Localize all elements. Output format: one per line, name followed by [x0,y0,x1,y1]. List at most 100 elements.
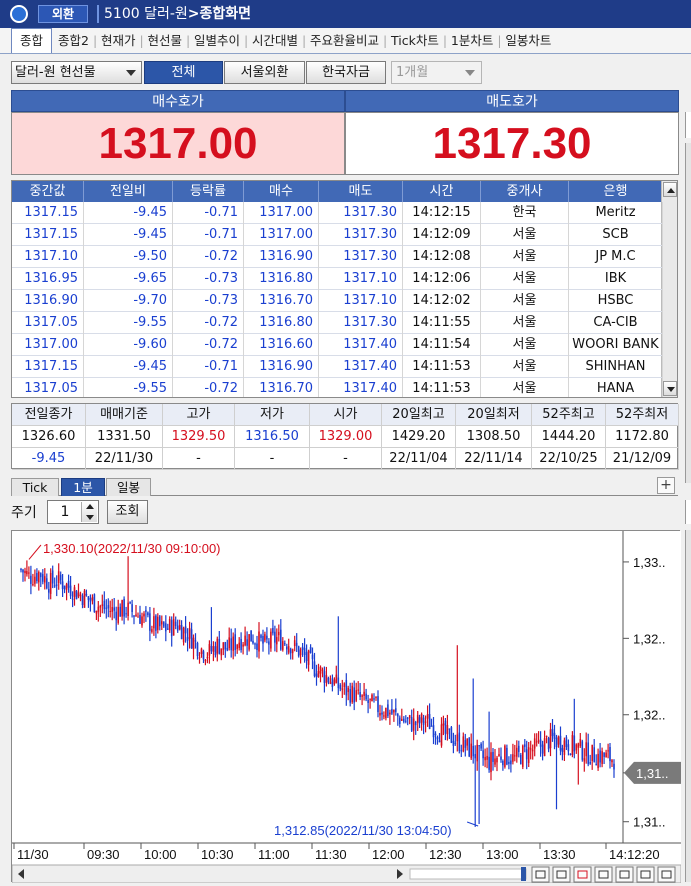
table-row[interactable]: 1317.15 -9.45 -0.71 1317.00 1317.30 14:12:09 서… [12,224,663,246]
trades-col-header[interactable]: 전일비 [84,181,173,202]
x-tick-label: 13:00 [486,847,519,862]
summary-header: 시가 [310,404,382,426]
tab-6[interactable]: 주요환율비교 [302,29,385,53]
trades-cell: -0.71 [173,356,244,378]
tab-0[interactable]: 종합 [11,28,53,53]
candle-body [329,681,332,684]
tab-3[interactable]: 현선물 [140,29,188,53]
period-stepper-value[interactable]: 1 [48,501,82,523]
tab-7[interactable]: Tick차트 [383,29,445,53]
trades-cell: 1317.05 [12,378,84,397]
candle-body [81,595,84,605]
chart-tab-0[interactable]: Tick [11,478,59,496]
bid-price: 1317.00 [11,112,345,175]
candle-body [476,744,478,762]
trades-cell: CA-CIB [569,312,663,334]
candle-body [514,755,516,757]
candle-body [357,689,359,691]
candle-body [133,615,135,617]
y-tick-label: 1,32.. [633,708,666,723]
instrument-select[interactable]: 달러-원 현선물 [11,61,142,84]
candle-body [22,569,24,573]
trades-cell: 1316.95 [12,268,84,290]
candlestick-chart-svg[interactable]: 1,33.. 1,32.. 1,32.. 1,31.. 11/30 09:30 10:00 1… [12,531,681,883]
tab-8[interactable]: 1분차트 [443,29,499,53]
table-row[interactable]: 1317.15 -9.45 -0.71 1317.00 1317.30 14:12:15 한… [12,202,663,224]
trades-cell: JP M.C [569,246,663,268]
candle-body [262,636,264,644]
candle-body [28,572,30,574]
scroll-down-icon[interactable] [663,381,677,396]
candle-body [567,744,570,752]
table-row[interactable]: 1317.00 -9.60 -0.72 1316.60 1317.40 14:11:54 서… [12,334,663,356]
summary-cell: 1172.80 [606,426,679,448]
segment-seoul-fx-button[interactable]: 서울외환 [224,61,305,84]
period-select[interactable]: 1개월 [391,61,482,84]
candle-body [145,610,147,612]
chart-tab-1[interactable]: 1분 [61,478,105,496]
zoom-fit-icon[interactable] [615,866,634,883]
candle-body [293,640,296,646]
price-chart[interactable]: 1,33.. 1,32.. 1,32.. 1,31.. 11/30 09:30 10:00 1… [11,530,681,883]
trades-cell: 14:11:54 [403,334,481,356]
tab-2[interactable]: 현재가 [93,29,142,53]
zoom-out-icon[interactable] [657,866,676,883]
table-row[interactable]: 1316.90 -9.70 -0.73 1316.70 1317.10 14:12:02 서… [12,290,663,312]
tab-5[interactable]: 시간대별 [244,29,304,53]
candle-body [109,611,111,612]
table-icon[interactable] [531,866,550,883]
trades-col-header[interactable]: 중개사 [481,181,569,202]
chart-tab-2[interactable]: 일봉 [106,478,151,496]
table-row[interactable]: 1317.15 -9.45 -0.71 1316.90 1317.40 14:11:53 서… [12,356,663,378]
table-row[interactable]: 1317.10 -9.50 -0.72 1316.90 1317.30 14:12:08 서… [12,246,663,268]
tab-1[interactable]: 종합2 [52,29,95,53]
cursor-icon[interactable] [573,866,592,883]
candle-body [226,647,229,651]
expand-plus-icon[interactable]: + [657,477,675,494]
candle-body [155,615,157,631]
trades-cell: 서울 [481,356,569,378]
trades-col-header[interactable]: 매수 [244,181,319,202]
stepper-arrows-icon[interactable] [81,502,97,522]
table-row[interactable]: 1317.05 -9.55 -0.72 1316.80 1317.30 14:11:55 서… [12,312,663,334]
trades-col-header[interactable]: 중간값 [12,181,84,202]
comment-icon[interactable] [552,866,571,883]
market-tag[interactable]: 외환 [38,5,88,23]
scroll-up-icon[interactable] [663,182,677,197]
zoom-range-slider[interactable] [409,868,527,880]
candle-body [107,605,110,609]
trades-col-header[interactable]: 은행 [569,181,663,202]
x-tick-label: 12:30 [429,847,462,862]
candle-body [351,685,353,703]
candle-body [393,710,395,713]
trades-col-header[interactable]: 시간 [403,181,481,202]
candle-body [196,643,199,657]
candle-body [470,743,472,759]
candle-body [605,752,607,758]
period-stepper[interactable]: 1 [47,500,99,524]
segment-all-button[interactable]: 전체 [144,61,223,84]
summary-header: 고가 [163,404,235,426]
trades-col-header[interactable]: 등락률 [173,181,244,202]
table-row[interactable]: 1316.95 -9.65 -0.73 1316.80 1317.10 14:12:06 서… [12,268,663,290]
candle-body [512,754,514,762]
trades-cell: 1316.70 [244,290,319,312]
zoom-in-icon[interactable] [636,866,655,883]
trades-col-header[interactable]: 매도 [319,181,403,202]
trades-scrollbar[interactable] [661,181,677,397]
candle-body [260,635,262,638]
tab-4[interactable]: 일별추이 [186,29,246,53]
tab-9[interactable]: 일봉차트 [497,29,557,53]
table-row[interactable]: 1317.05 -9.55 -0.72 1316.70 1317.40 14:11:53 서… [12,378,663,397]
zoom-handle-icon[interactable] [521,867,526,881]
candle-body [48,589,50,593]
pencil-icon[interactable] [594,866,613,883]
candle-body [280,629,282,650]
candle-body [258,631,260,652]
summary-header: 저가 [235,404,310,426]
candle-body [153,616,155,629]
candle-body [456,734,459,742]
segment-korea-money-button[interactable]: 한국자금 [306,61,386,84]
candle-body [571,735,574,755]
query-button[interactable]: 조회 [107,500,148,524]
